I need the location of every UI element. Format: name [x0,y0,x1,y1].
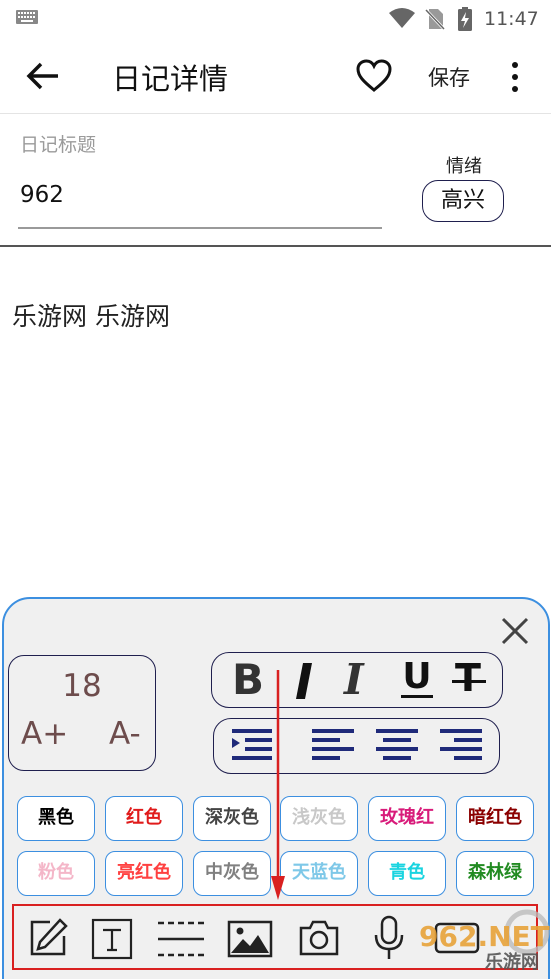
color-label: 红色 [126,807,162,828]
strikethrough-button[interactable]: T [452,656,488,700]
screen: 11:47 日记详情 保存 日记标题 962 情绪 高兴 乐游网 乐游网 18 … [0,0,551,979]
strikethrough-label: T [455,656,481,700]
diary-title-label: 日记标题 [20,134,97,156]
diary-title-input[interactable]: 962 [20,182,64,208]
color-label: 中灰色 [205,862,259,883]
color-label: 浅灰色 [292,807,346,828]
color-label: 青色 [389,862,425,883]
more-options-icon[interactable] [505,60,525,94]
divider-icon[interactable] [158,920,204,958]
page-title: 日记详情 [112,62,229,96]
color-bright-red-button[interactable]: 亮红色 [105,851,183,896]
no-sim-icon [425,8,445,30]
font-size-decrease-button[interactable]: A- [109,716,141,752]
text-icon[interactable] [91,918,133,960]
font-size-value: 18 [62,668,102,704]
watermark-caption: 乐游网 [485,951,539,972]
color-cyan-button[interactable]: 青色 [368,851,446,896]
color-label: 森林绿 [468,862,522,883]
color-label: 玫瑰红 [380,807,434,828]
battery-charging-icon [458,7,472,31]
diary-content-editor[interactable]: 乐游网 乐游网 [12,297,170,333]
mic-icon[interactable] [372,915,406,961]
mood-selector[interactable]: 高兴 [422,180,504,222]
status-bar: 11:47 [0,0,551,38]
color-red-button[interactable]: 红色 [105,796,183,841]
watermark-graphic: 962.NET 乐游网 [419,909,550,973]
app-bar: 日记详情 保存 [0,38,551,114]
watermark-logo: 962.NET 乐游网 [415,908,551,973]
italic-icon[interactable] [292,661,318,701]
color-medium-gray-button[interactable]: 中灰色 [193,851,271,896]
color-label: 深灰色 [205,807,259,828]
header-divider [0,245,551,247]
color-label: 粉色 [38,862,74,883]
align-right-icon[interactable] [440,728,482,762]
indent-icon[interactable] [232,728,272,762]
color-forest-green-button[interactable]: 森林绿 [456,851,534,896]
underline-label: U [402,656,432,697]
color-label: 天蓝色 [292,862,346,883]
title-input-underline [18,227,382,229]
status-clock: 11:47 [484,8,539,30]
keyboard-icon [16,10,38,24]
color-sky-blue-button[interactable]: 天蓝色 [280,851,358,896]
color-light-gray-button[interactable]: 浅灰色 [280,796,358,841]
color-label: 亮红色 [117,862,171,883]
camera-icon[interactable] [298,918,340,958]
favorite-heart-icon[interactable] [355,58,393,94]
underline-button[interactable]: U [398,656,436,698]
font-size-increase-button[interactable]: A+ [21,716,68,752]
strike-line [452,680,486,683]
edit-icon[interactable] [28,918,68,958]
color-label: 暗红色 [468,807,522,828]
color-label: 黑色 [38,807,74,828]
color-rose-button[interactable]: 玫瑰红 [368,796,446,841]
image-icon[interactable] [227,920,273,958]
save-button[interactable]: 保存 [428,62,470,92]
color-dark-red-button[interactable]: 暗红色 [456,796,534,841]
mood-label: 情绪 [446,156,482,177]
font-size-control: 18 A+ A- [8,655,156,771]
align-left-icon[interactable] [312,728,354,762]
align-center-icon[interactable] [376,728,418,762]
serif-italic-button[interactable]: I [344,655,364,704]
color-black-button[interactable]: 黑色 [17,796,95,841]
wifi-icon [389,8,415,28]
watermark-brand: 962.NET [419,920,550,953]
close-icon[interactable] [498,614,532,648]
back-arrow-icon[interactable] [24,58,64,94]
bold-button[interactable]: B [232,655,264,704]
color-dark-gray-button[interactable]: 深灰色 [193,796,271,841]
color-pink-button[interactable]: 粉色 [17,851,95,896]
